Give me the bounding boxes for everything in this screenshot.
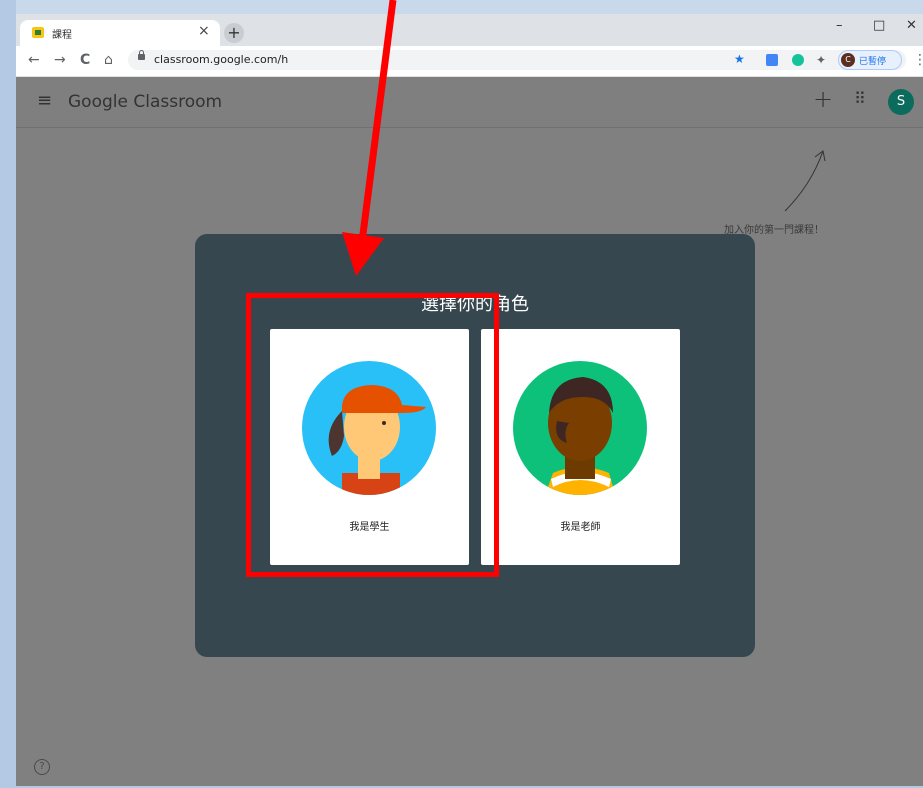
annotation-arrow-icon (342, 0, 397, 276)
